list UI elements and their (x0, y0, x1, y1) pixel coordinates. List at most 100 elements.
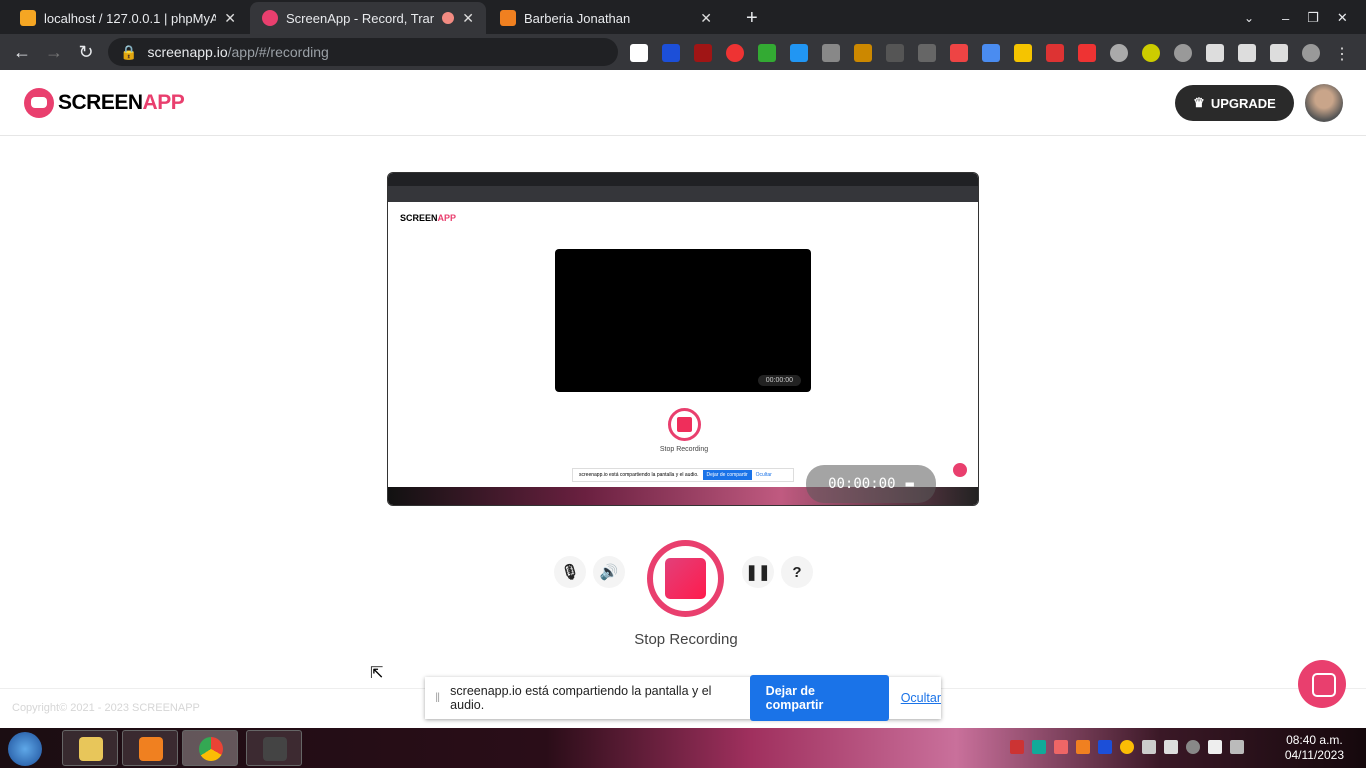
avatar[interactable] (1305, 84, 1343, 122)
extension-icon[interactable] (630, 44, 648, 62)
logo-icon (24, 88, 54, 118)
recycle-icon[interactable] (886, 44, 904, 62)
sidepanel-icon[interactable] (1270, 44, 1288, 62)
tab-screenapp[interactable]: ScreenApp - Record, Transcri✕ (250, 2, 486, 34)
off-icon[interactable] (918, 44, 936, 62)
preview-toolbar (388, 186, 978, 202)
screenapp-favicon (262, 10, 278, 26)
ublock-icon[interactable] (694, 44, 712, 62)
extensions-area: ⋮ (630, 44, 1350, 63)
eraser-icon[interactable] (950, 44, 968, 62)
app-header: SCREEN APP ♛ UPGRADE (0, 70, 1366, 136)
chrome-icon (199, 737, 223, 761)
extension-icon[interactable] (1142, 44, 1160, 62)
back-icon[interactable]: ← (6, 42, 38, 63)
shield-icon[interactable] (822, 44, 840, 62)
tray-icon[interactable] (1010, 740, 1024, 754)
screen-share-bar: ‖ screenapp.io está compartiendo la pant… (425, 675, 941, 721)
close-tab-icon[interactable]: ✕ (462, 10, 474, 27)
restore-icon[interactable]: ❐ (1307, 10, 1319, 26)
new-tab-button[interactable]: + (734, 2, 770, 34)
preview-tab-bar (388, 173, 978, 186)
taskbar-xampp[interactable] (122, 730, 178, 766)
taskbar-chrome[interactable] (182, 730, 238, 766)
tray-icon[interactable] (1186, 740, 1200, 754)
screenapp-logo[interactable]: SCREEN APP (24, 88, 185, 118)
malwarebytes-tray-icon[interactable] (1098, 740, 1112, 754)
extension-icon[interactable] (1110, 44, 1128, 62)
camera-icon: ▬ (905, 476, 914, 492)
speaker-icon: 🔊 (599, 564, 619, 581)
microphone-icon: 🎙 (560, 564, 580, 581)
hide-link[interactable]: Ocultar (901, 691, 941, 705)
sublime-icon (263, 737, 287, 761)
mouse-cursor-icon: ⇱ (370, 665, 384, 682)
taskbar-explorer[interactable] (62, 730, 118, 766)
preview-logo: SCREENAPP (400, 213, 457, 223)
tab-search-icon[interactable]: ⌄ (1232, 2, 1266, 34)
taskbar-sublime[interactable] (246, 730, 302, 766)
malwarebytes-icon[interactable] (662, 44, 680, 62)
phpmyadmin-icon (20, 10, 36, 26)
puzzle-icon[interactable] (1206, 44, 1224, 62)
clock[interactable]: 08:40 a.m. 04/11/2023 (1285, 733, 1344, 763)
address-bar[interactable]: 🔒 screenapp.io/app/#/recording (108, 38, 618, 66)
chat-widget-button[interactable] (1298, 660, 1346, 708)
extension-icon[interactable] (758, 44, 776, 62)
help-button[interactable]: ? (781, 556, 813, 588)
media-icon[interactable] (1238, 44, 1256, 62)
drag-handle-icon[interactable]: ‖ (435, 691, 440, 705)
link-icon[interactable] (982, 44, 1000, 62)
pause-button[interactable]: ❚❚ (742, 556, 774, 588)
flag-icon[interactable] (1164, 740, 1178, 754)
xampp-icon (139, 737, 163, 761)
adblock-icon[interactable] (726, 44, 744, 62)
pause-icon: ❚❚ (745, 564, 771, 581)
tab-barberia[interactable]: Barberia Jonathan ✕ (488, 2, 724, 34)
copyright: Copyright© 2021 - 2023 SCREENAPP (12, 702, 200, 714)
chrome-tray-icon[interactable] (1120, 740, 1134, 754)
preview-stop-button (668, 408, 701, 441)
tray-icon[interactable] (1032, 740, 1046, 754)
stop-sharing-button[interactable]: Dejar de compartir (749, 675, 889, 721)
speaker-button[interactable]: 🔊 (593, 556, 625, 588)
xampp-tray-icon[interactable] (1076, 740, 1090, 754)
start-button[interactable] (8, 732, 42, 766)
tray-icon[interactable] (1054, 740, 1068, 754)
system-tray (1010, 740, 1244, 754)
recording-indicator-icon (442, 12, 455, 24)
close-tab-icon[interactable]: ✕ (224, 10, 236, 27)
minimize-icon[interactable]: – (1282, 11, 1289, 26)
floating-record-icon[interactable] (950, 460, 970, 480)
forward-icon[interactable]: → (38, 42, 70, 63)
recording-preview: SCREENAPP 00:00:00 Stop Recording screen… (387, 172, 979, 506)
xampp-icon (500, 10, 516, 26)
close-tab-icon[interactable]: ✕ (700, 10, 712, 27)
profile-icon[interactable] (1302, 44, 1320, 62)
close-window-icon[interactable]: ✕ (1337, 10, 1348, 26)
floating-timer[interactable]: 00:00:00 ▬ (806, 465, 936, 503)
extension-icon[interactable] (1174, 44, 1192, 62)
brave-icon[interactable] (1078, 44, 1096, 62)
menu-icon[interactable]: ⋮ (1334, 44, 1350, 63)
extension-icon[interactable] (1046, 44, 1064, 62)
volume-icon[interactable] (1142, 740, 1156, 754)
stop-recording-button[interactable] (647, 540, 724, 617)
upgrade-button[interactable]: ♛ UPGRADE (1175, 85, 1294, 121)
power-icon[interactable] (1208, 740, 1222, 754)
tab-phpmyadmin[interactable]: localhost / 127.0.0.1 | phpMyAdn ✕ (8, 2, 248, 34)
crown-icon: ♛ (1193, 95, 1205, 110)
stop-recording-label: Stop Recording (634, 631, 738, 648)
lock-icon: 🔒 (120, 43, 138, 60)
folder-icon (79, 737, 103, 761)
stop-icon (665, 558, 706, 599)
signal-icon[interactable] (1230, 740, 1244, 754)
extension-icon[interactable] (790, 44, 808, 62)
browser-tab-bar: localhost / 127.0.0.1 | phpMyAdn ✕ Screen… (0, 0, 1366, 34)
lock-ext-icon[interactable] (1014, 44, 1032, 62)
preview-video: 00:00:00 (555, 249, 811, 392)
reload-icon[interactable]: ↻ (70, 42, 102, 63)
windows-taskbar: 08:40 a.m. 04/11/2023 (0, 728, 1366, 768)
extension-icon[interactable] (854, 44, 872, 62)
microphone-button[interactable]: 🎙 (554, 556, 586, 588)
